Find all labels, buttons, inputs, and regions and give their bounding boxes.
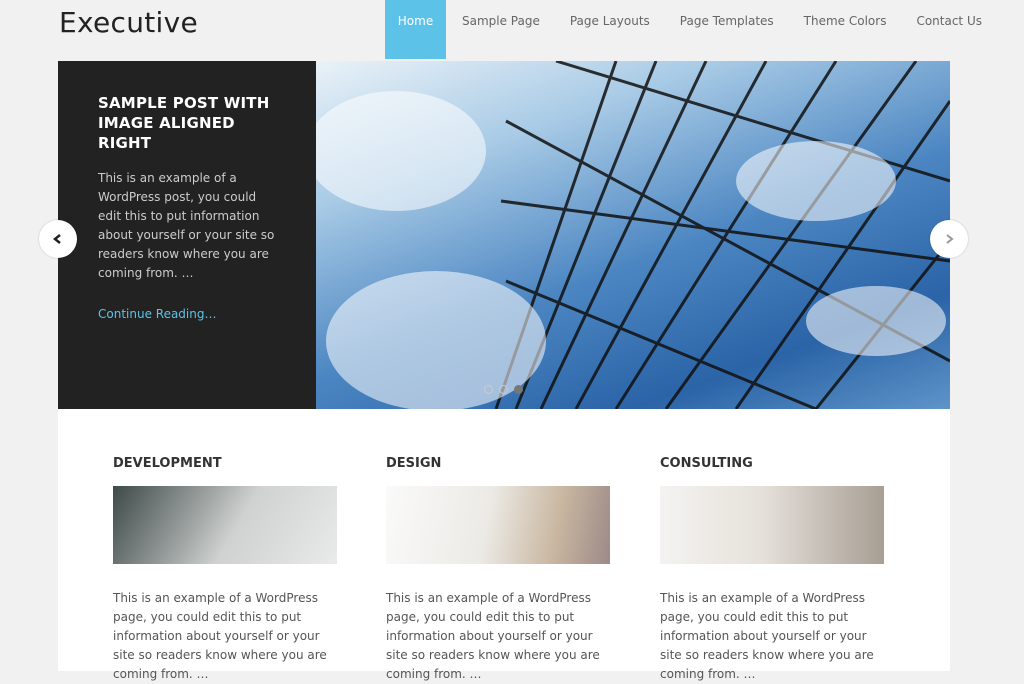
nav-item-sample-page[interactable]: Sample Page [447, 0, 555, 59]
slider-dot-2[interactable] [499, 385, 508, 394]
slider-dot-3[interactable] [514, 385, 523, 394]
service-text: This is an example of a WordPress page, … [386, 591, 600, 681]
slider-next-button[interactable] [930, 220, 968, 258]
service-title[interactable]: CONSULTING [660, 456, 884, 471]
nav-item-page-templates[interactable]: Page Templates [665, 0, 789, 59]
service-thumbnail[interactable] [660, 486, 884, 564]
chevron-left-icon [52, 234, 61, 244]
chevron-right-icon [946, 234, 954, 244]
nav-item-contact-us[interactable]: Contact Us [901, 0, 997, 59]
service-column-development: DEVELOPMENT This is an example of a Word… [113, 456, 337, 684]
main-nav: Home Sample Page Page Layouts Page Templ… [385, 0, 997, 59]
service-title[interactable]: DEVELOPMENT [113, 456, 337, 471]
service-thumbnail[interactable] [113, 486, 337, 564]
featured-slider: SAMPLE POST WITH IMAGE ALIGNED RIGHT Thi… [58, 61, 950, 409]
slide-excerpt: This is an example of a WordPress post, … [98, 171, 275, 280]
service-text: This is an example of a WordPress page, … [113, 591, 327, 681]
site-title[interactable]: Executive [59, 6, 198, 39]
service-text: This is an example of a WordPress page, … [660, 591, 874, 681]
services-section: DEVELOPMENT This is an example of a Word… [58, 409, 950, 681]
slider-dot-1[interactable] [484, 385, 493, 394]
nav-item-page-layouts[interactable]: Page Layouts [555, 0, 665, 59]
slider-prev-button[interactable] [39, 220, 77, 258]
nav-item-theme-colors[interactable]: Theme Colors [789, 0, 902, 59]
service-column-consulting: CONSULTING This is an example of a WordP… [660, 456, 884, 684]
service-thumbnail[interactable] [386, 486, 610, 564]
slide-caption: SAMPLE POST WITH IMAGE ALIGNED RIGHT Thi… [58, 61, 316, 409]
nav-item-home[interactable]: Home [385, 0, 446, 59]
building-glass-illustration [316, 61, 950, 409]
continue-reading-link[interactable]: Continue Reading… [98, 307, 276, 321]
slider-pagination [484, 385, 523, 394]
slide-image[interactable] [316, 61, 950, 409]
service-column-design: DESIGN This is an example of a WordPress… [386, 456, 610, 684]
slide-title[interactable]: SAMPLE POST WITH IMAGE ALIGNED RIGHT [98, 93, 276, 153]
service-title[interactable]: DESIGN [386, 456, 610, 471]
site-header: Executive Home Sample Page Page Layouts … [0, 0, 1024, 61]
